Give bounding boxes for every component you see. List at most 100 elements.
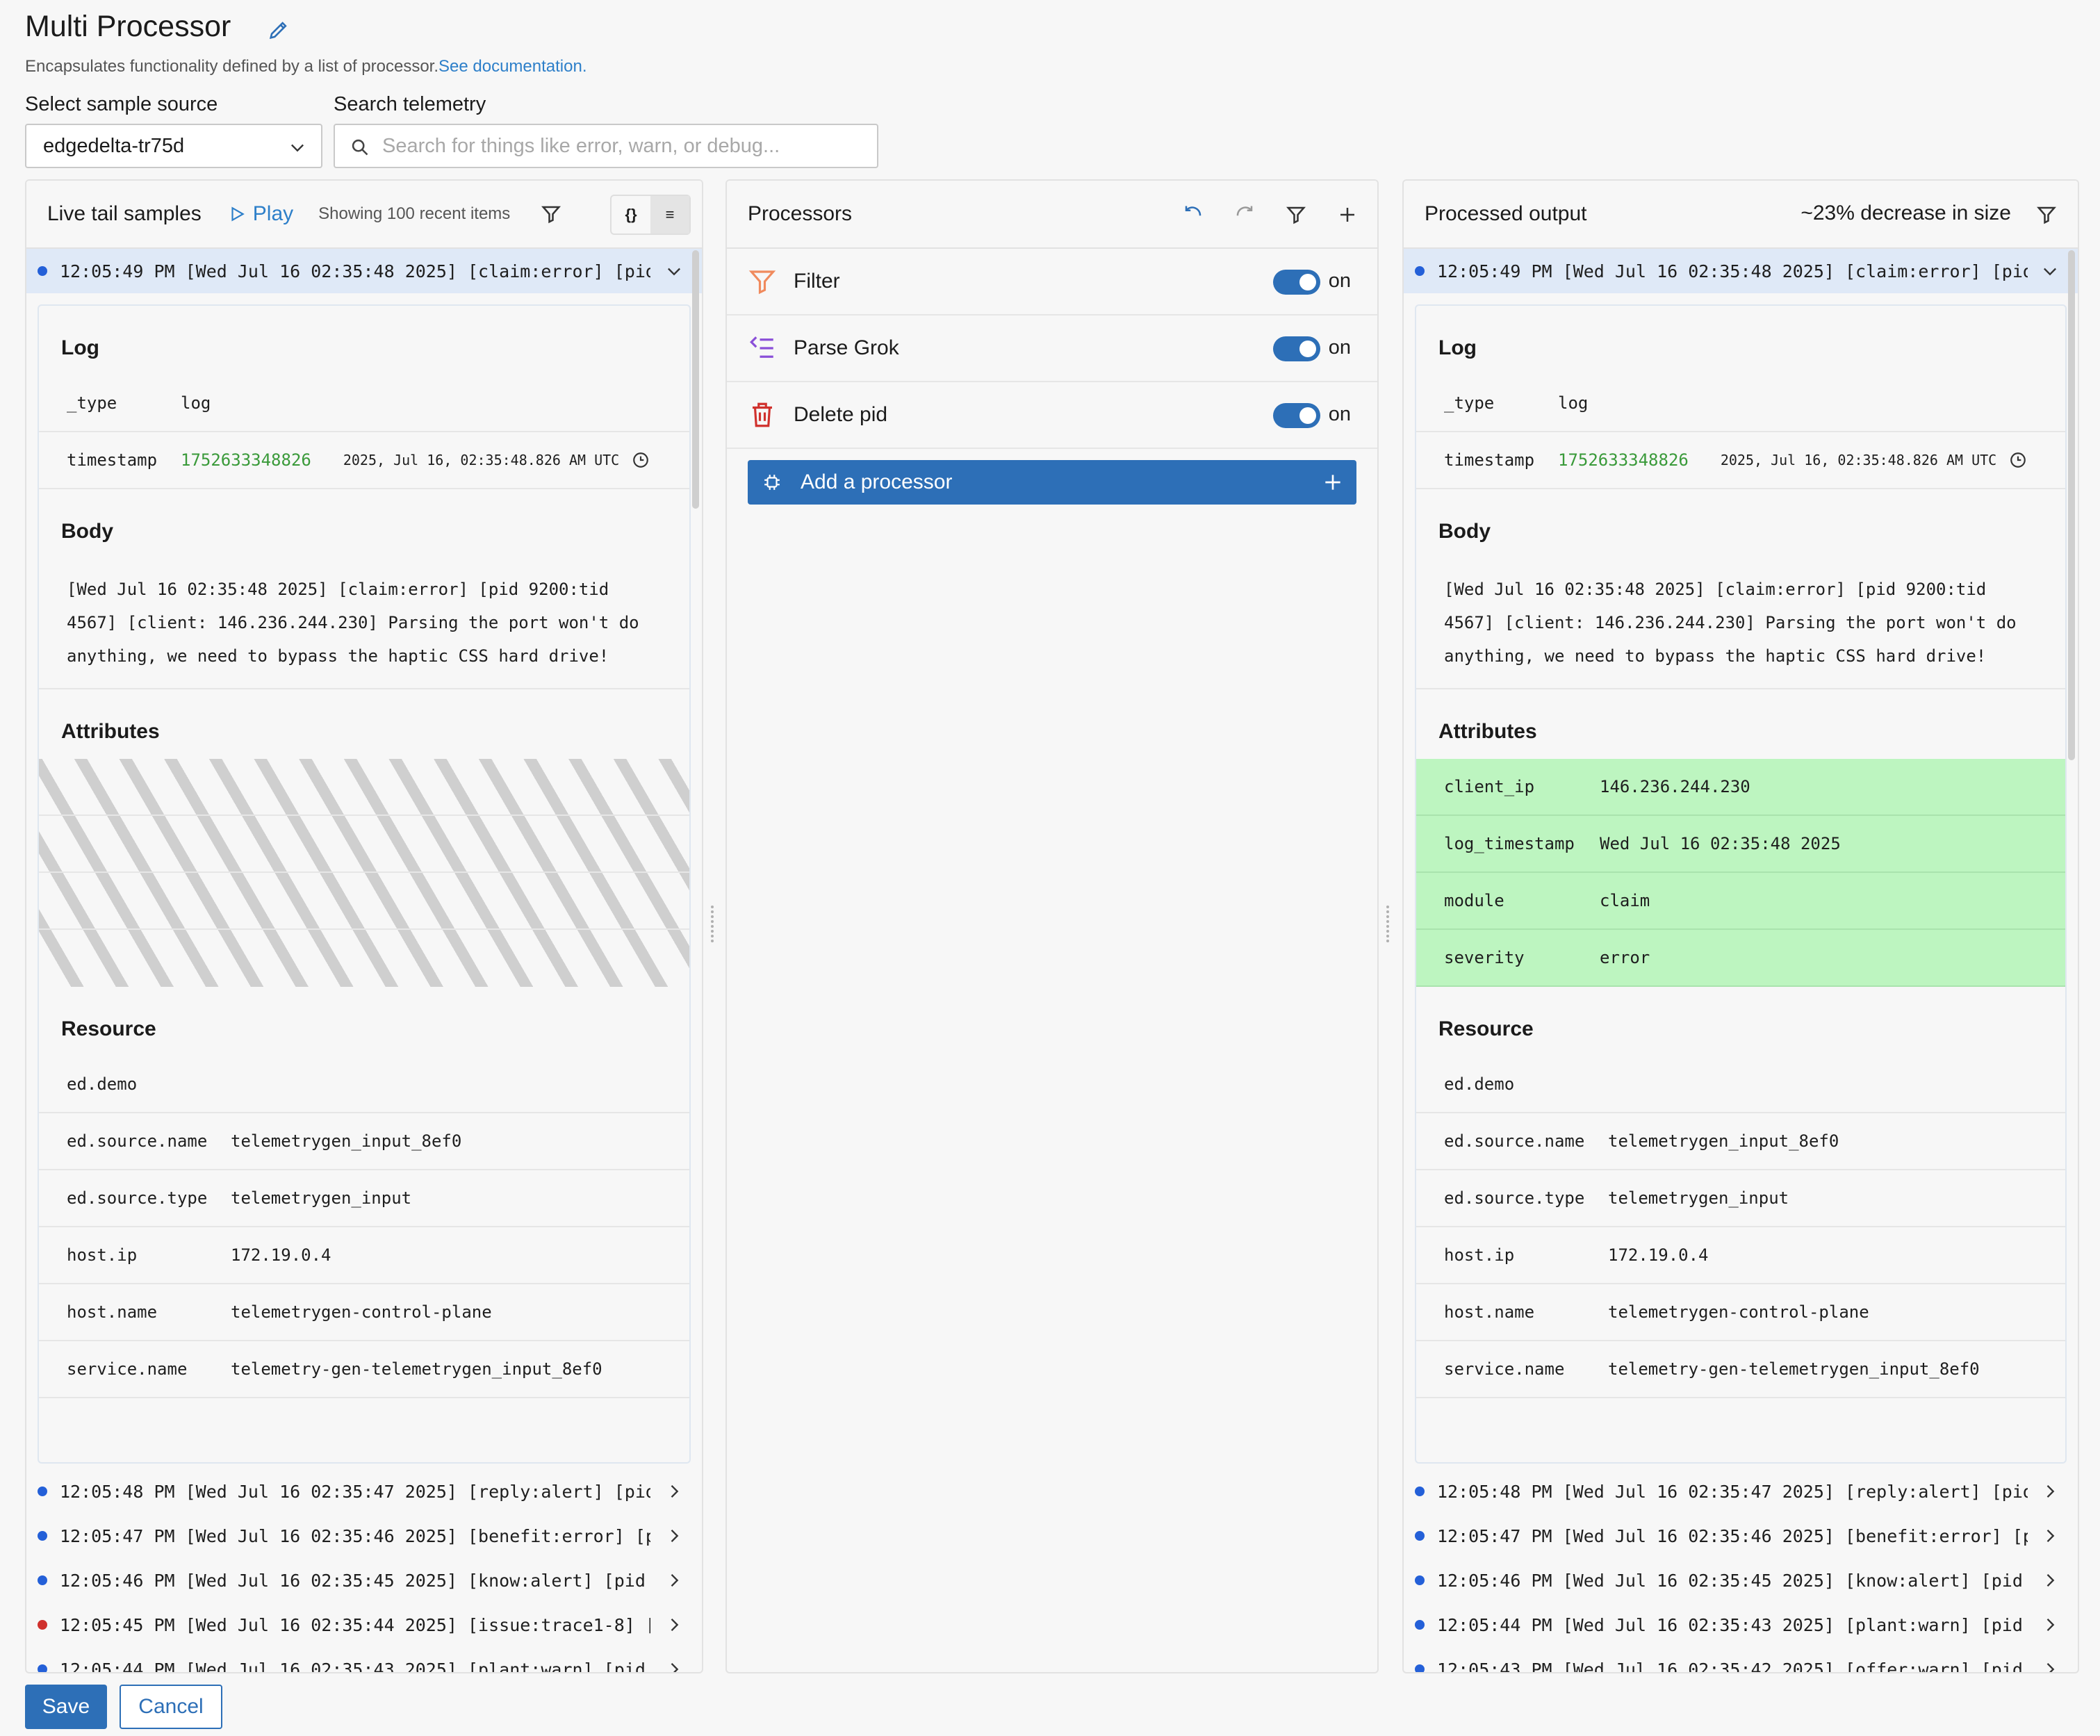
field-key: host.name [67,1302,158,1322]
chevron-right-icon[interactable] [664,1571,684,1590]
field-value: telemetrygen-control-plane [1608,1302,1869,1322]
chevron-right-icon[interactable] [664,1615,684,1635]
processor-name: Filter [794,270,840,293]
page-title: Multi Processor [25,10,231,43]
level-dot [38,266,47,276]
kv-row: host.ip 172.19.0.4 [39,1227,689,1284]
log-detail-card: Log _type log timestamp 1752633348826 20… [38,304,691,1464]
field-value: Wed Jul 16 02:35:48 2025 [1600,834,1841,853]
log-row[interactable]: 12:05:47 PM [Wed Jul 16 02:35:46 2025] [… [1404,1514,2078,1558]
filter-icon[interactable] [1286,204,1306,225]
search-telemetry-field[interactable] [334,124,878,168]
chevron-right-icon[interactable] [664,1526,684,1546]
selected-log-row[interactable]: 12:05:49 PM [Wed Jul 16 02:35:48 2025] [… [26,249,702,293]
log-body-text: [Wed Jul 16 02:35:48 2025] [claim:error]… [39,559,689,689]
chevron-right-icon[interactable] [2040,1660,2060,1673]
processor-row[interactable]: Filter on [727,249,1377,316]
search-input[interactable] [382,134,877,158]
json-view-icon[interactable]: {} [612,196,650,234]
save-button[interactable]: Save [25,1685,107,1729]
resource-list: ed.demo ed.source.name telemetrygen_input_… [39,1056,689,1398]
log-row-text: 12:05:47 PM [Wed Jul 16 02:35:46 2025] [… [60,1525,650,1546]
log-row-text: 12:05:44 PM [Wed Jul 16 02:35:43 2025] [… [1437,1614,2028,1635]
add-processor-button[interactable]: Add a processor [748,460,1356,505]
log-row[interactable]: 12:05:44 PM [Wed Jul 16 02:35:43 2025] [… [26,1647,702,1673]
undo-icon[interactable] [1183,204,1204,225]
processed-output-header: Processed output ~23% decrease in size [1404,181,2078,249]
log-row[interactable]: 12:05:48 PM [Wed Jul 16 02:35:47 2025] [… [1404,1469,2078,1514]
chevron-right-icon[interactable] [2040,1615,2060,1635]
field-value: telemetrygen_input [231,1188,412,1208]
processors-panel: Processors Filter on Parse Grok on Delete pi… [725,179,1379,1673]
log-row-text: 12:05:46 PM [Wed Jul 16 02:35:45 2025] [… [60,1570,650,1591]
log-row[interactable]: 12:05:46 PM [Wed Jul 16 02:35:45 2025] [… [1404,1558,2078,1603]
sample-source-select[interactable]: edgedelta-tr75d [25,124,322,168]
chevron-right-icon[interactable] [2040,1482,2060,1501]
field-value: 146.236.244.230 [1600,777,1750,796]
resize-handle[interactable] [1386,903,1393,948]
log-body-text: [Wed Jul 16 02:35:48 2025] [claim:error]… [1416,559,2065,689]
cancel-button[interactable]: Cancel [120,1685,222,1729]
clock-icon[interactable] [632,451,650,469]
description-text: Encapsulates functionality defined by a … [25,57,439,76]
filter-icon[interactable] [2036,204,2057,225]
processor-toggle[interactable] [1273,336,1320,361]
sample-source-value: edgedelta-tr75d [43,134,185,157]
redo-icon[interactable] [1234,204,1255,225]
chevron-down-icon[interactable] [664,261,684,281]
clock-icon[interactable] [2009,451,2027,469]
chevron-right-icon[interactable] [664,1660,684,1673]
processor-row[interactable]: Delete pid on [727,382,1377,449]
plus-icon[interactable] [1337,204,1358,225]
size-decrease-label: ~23% decrease in size [1800,202,2011,224]
field-value: 172.19.0.4 [231,1245,331,1265]
field-key: ed.source.type [1444,1188,1585,1208]
resize-handle[interactable] [711,903,718,948]
processor-name: Delete pid [794,403,888,426]
log-row-text: 12:05:48 PM [Wed Jul 16 02:35:47 2025] [… [1437,1481,2028,1502]
chevron-down-icon[interactable] [2040,261,2060,281]
log-row-text: 12:05:45 PM [Wed Jul 16 02:35:44 2025] [… [60,1614,650,1635]
log-row-text: 12:05:47 PM [Wed Jul 16 02:35:46 2025] [… [1437,1525,2028,1546]
chevron-right-icon[interactable] [2040,1571,2060,1590]
field-value: log [181,393,211,413]
log-row[interactable]: 12:05:47 PM [Wed Jul 16 02:35:46 2025] [… [26,1514,702,1558]
add-processor-label: Add a processor [801,470,953,493]
scrollbar[interactable] [2068,250,2075,760]
field-key: host.ip [67,1245,138,1265]
scrollbar[interactable] [692,250,699,509]
see-documentation-link[interactable]: See documentation. [438,57,586,76]
level-dot [38,1620,47,1630]
kv-row: host.ip 172.19.0.4 [1416,1227,2065,1284]
chevron-right-icon[interactable] [664,1482,684,1501]
showing-count: Showing 100 recent items [318,204,511,223]
live-tail-panel: Live tail samples Play Showing 100 recen… [25,179,703,1673]
kv-row: ed.demo [39,1056,689,1113]
processor-list: Filter on Parse Grok on Delete pid on [727,249,1377,449]
log-row[interactable]: 12:05:48 PM [Wed Jul 16 02:35:47 2025] [… [26,1469,702,1514]
log-row[interactable]: 12:05:43 PM [Wed Jul 16 02:35:42 2025] [… [1404,1647,2078,1673]
search-telemetry-label: Search telemetry [334,93,486,115]
log-row-text: 12:05:49 PM [Wed Jul 16 02:35:48 2025] [… [1437,261,2028,281]
sample-source-label: Select sample source [25,93,218,115]
log-row[interactable]: 12:05:45 PM [Wed Jul 16 02:35:44 2025] [… [26,1603,702,1647]
level-dot [38,1664,47,1672]
log-row[interactable]: 12:05:46 PM [Wed Jul 16 02:35:45 2025] [… [26,1558,702,1603]
selected-log-row[interactable]: 12:05:49 PM [Wed Jul 16 02:35:48 2025] [… [1404,249,2078,293]
type-field: _type log [1416,375,2065,432]
chevron-right-icon[interactable] [2040,1526,2060,1546]
log-row[interactable]: 12:05:44 PM [Wed Jul 16 02:35:43 2025] [… [1404,1603,2078,1647]
field-key: ed.demo [67,1074,138,1094]
pencil-edit-icon[interactable] [267,18,290,42]
log-row-text: 12:05:49 PM [Wed Jul 16 02:35:48 2025] [… [60,261,650,281]
text-view-icon[interactable]: ≡ [650,196,689,234]
processor-toggle[interactable] [1273,403,1320,428]
play-button[interactable]: Play [228,202,293,226]
filter-icon[interactable] [541,204,561,224]
attributes-section-title: Attributes [61,720,160,743]
processor-toggle[interactable] [1273,270,1320,295]
processor-row[interactable]: Parse Grok on [727,316,1377,382]
kv-row: ed.source.name telemetrygen_input_8ef0 [39,1113,689,1170]
level-dot [38,1487,47,1496]
view-mode-toggle[interactable]: {} ≡ [610,195,691,235]
